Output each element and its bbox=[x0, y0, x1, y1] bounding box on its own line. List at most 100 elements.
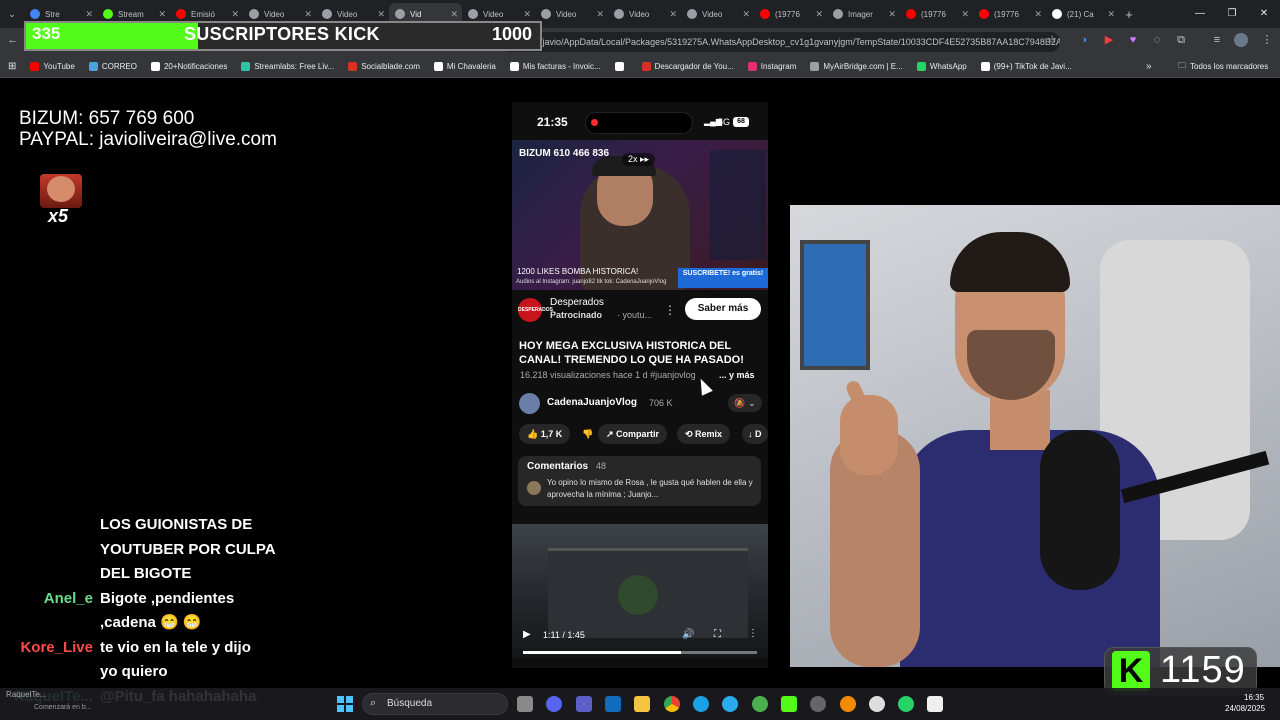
browser-tab[interactable]: (19776 ✕ bbox=[754, 3, 827, 25]
extension-2-icon[interactable]: ▶ bbox=[1102, 33, 1116, 47]
reading-list-icon[interactable]: ≡ bbox=[1210, 33, 1224, 47]
outlook-icon[interactable] bbox=[605, 696, 621, 712]
browser-tab[interactable]: (19776 ✕ bbox=[900, 3, 973, 25]
bizum-text: BIZUM: 657 769 600 bbox=[19, 108, 195, 129]
tab-close-icon[interactable]: ✕ bbox=[85, 9, 93, 20]
tab-favicon-icon bbox=[322, 9, 332, 19]
teams-icon[interactable] bbox=[576, 696, 592, 712]
new-tab-button[interactable]: + bbox=[1119, 7, 1139, 22]
windows-start-icon[interactable] bbox=[337, 696, 353, 712]
whatsapp-icon[interactable] bbox=[898, 696, 914, 712]
tab-list-icon[interactable]: ⌄ bbox=[0, 9, 24, 20]
like-button[interactable]: 👍 1,7 K bbox=[519, 424, 571, 444]
tab-close-icon[interactable]: ✕ bbox=[669, 9, 677, 20]
remix-button[interactable]: ⟲ Remix bbox=[677, 424, 731, 444]
app-icon-2[interactable] bbox=[869, 696, 885, 712]
edge-icon[interactable] bbox=[693, 696, 709, 712]
notification-bell-button[interactable]: 🔕 ⌄ bbox=[728, 394, 762, 412]
obs-icon[interactable] bbox=[810, 696, 826, 712]
globe-icon[interactable] bbox=[752, 696, 768, 712]
telegram-icon[interactable] bbox=[722, 696, 738, 712]
bookmark-item[interactable]: 20+Notificaciones bbox=[150, 62, 227, 71]
tab-close-icon[interactable]: ✕ bbox=[158, 9, 166, 20]
description-more-link[interactable]: ... y más bbox=[719, 370, 755, 380]
bookmark-item[interactable]: YouTube bbox=[30, 62, 75, 71]
all-bookmarks-label: Todos los marcadores bbox=[1190, 62, 1269, 71]
restore-icon[interactable]: ❐ bbox=[1216, 0, 1248, 28]
bookmark-item[interactable]: Mi Chavaleria bbox=[433, 62, 496, 71]
channel-avatar[interactable] bbox=[519, 393, 540, 414]
discord-icon[interactable] bbox=[546, 696, 562, 712]
bookmark-star-icon[interactable]: ☆ bbox=[1045, 33, 1059, 47]
bookmark-favicon-icon bbox=[810, 62, 820, 71]
tab-close-icon[interactable]: ✕ bbox=[888, 9, 896, 20]
back-icon[interactable]: ← bbox=[6, 33, 20, 47]
tab-close-icon[interactable]: ✕ bbox=[304, 9, 312, 20]
share-button[interactable]: ↗ Compartir bbox=[598, 424, 668, 444]
bookmark-item[interactable]: MyAirBridge.com | E... bbox=[810, 62, 903, 71]
chrome-icon[interactable] bbox=[664, 696, 680, 712]
bookmark-label: MyAirBridge.com | E... bbox=[823, 62, 903, 71]
tab-favicon-icon bbox=[468, 9, 478, 19]
extensions-puzzle-icon[interactable]: ⧉ bbox=[1174, 33, 1188, 47]
extension-3-icon[interactable]: ♥ bbox=[1126, 33, 1140, 47]
kick-followers-count: 1159 bbox=[1160, 649, 1246, 691]
browser-tab[interactable]: Imager ✕ bbox=[827, 3, 900, 25]
all-bookmarks-folder[interactable]: 🗀 Todos los marcadores bbox=[1178, 60, 1268, 74]
download-button[interactable]: ↓ D bbox=[742, 424, 768, 444]
taskbar-widget-title[interactable]: RaquelTe... bbox=[6, 690, 46, 699]
ad-learn-more-button[interactable]: Saber más bbox=[685, 298, 761, 320]
extension-4-icon[interactable]: ◌ bbox=[1150, 33, 1164, 47]
kick-app-icon[interactable] bbox=[781, 696, 797, 712]
browser-tab[interactable]: Video ✕ bbox=[608, 3, 681, 25]
tab-close-icon[interactable]: ✕ bbox=[961, 9, 969, 20]
tab-close-icon[interactable]: ✕ bbox=[523, 9, 531, 20]
extension-1-icon[interactable]: ◗ bbox=[1078, 33, 1092, 47]
ad-brand-name[interactable]: Desperados bbox=[550, 297, 604, 308]
browser-tab[interactable]: (19776 ✕ bbox=[973, 3, 1046, 25]
app-icon-1[interactable] bbox=[840, 696, 856, 712]
taskbar-time[interactable]: 16:35 bbox=[1244, 693, 1264, 702]
ad-more-icon[interactable]: ⋮ bbox=[664, 303, 676, 317]
volume-icon[interactable]: 🔊 bbox=[682, 629, 694, 640]
bookmark-item[interactable] bbox=[614, 62, 628, 71]
video-metadata: 16.218 visualizaciones hace 1 d #juanjov… bbox=[520, 370, 696, 380]
bookmark-item[interactable]: WhatsApp bbox=[916, 62, 967, 71]
browser-tab[interactable]: (21) Ca ✕ bbox=[1046, 3, 1119, 25]
app-icon-3[interactable] bbox=[927, 696, 943, 712]
browser-menu-icon[interactable]: ⋮ bbox=[1260, 33, 1274, 47]
bookmark-item[interactable]: CORREO bbox=[88, 62, 137, 71]
ad-brand-logo[interactable]: DESPERADOS bbox=[518, 298, 553, 322]
fullscreen-icon[interactable]: ⛶ bbox=[714, 629, 721, 640]
apps-grid-icon[interactable]: ⊞ bbox=[8, 61, 16, 72]
tab-close-icon[interactable]: ✕ bbox=[450, 9, 458, 20]
taskbar-search-input[interactable]: Búsqueda bbox=[362, 693, 508, 715]
close-window-icon[interactable]: ✕ bbox=[1248, 0, 1280, 28]
emote-face bbox=[47, 176, 75, 202]
tab-close-icon[interactable]: ✕ bbox=[377, 9, 385, 20]
more-bookmarks-icon[interactable]: » bbox=[1146, 61, 1152, 72]
tab-close-icon[interactable]: ✕ bbox=[1034, 9, 1042, 20]
bookmark-item[interactable]: Mis facturas - Invoic... bbox=[509, 62, 601, 71]
bookmark-item[interactable]: Socialblade.com bbox=[348, 62, 420, 71]
play-icon[interactable]: ▶ bbox=[523, 629, 531, 640]
tab-close-icon[interactable]: ✕ bbox=[231, 9, 239, 20]
player-menu-icon[interactable]: ⋮ bbox=[748, 628, 758, 639]
browser-tab[interactable]: Video ✕ bbox=[535, 3, 608, 25]
tab-close-icon[interactable]: ✕ bbox=[596, 9, 604, 20]
minimize-icon[interactable]: — bbox=[1184, 0, 1216, 28]
tab-close-icon[interactable]: ✕ bbox=[815, 9, 823, 20]
browser-tab[interactable]: Video ✕ bbox=[681, 3, 754, 25]
tab-close-icon[interactable]: ✕ bbox=[742, 9, 750, 20]
task-view-icon[interactable] bbox=[517, 696, 533, 712]
file-explorer-icon[interactable] bbox=[634, 696, 650, 712]
bookmark-item[interactable]: Descargador de You... bbox=[641, 62, 734, 71]
taskbar-date[interactable]: 24/08/2025 bbox=[1225, 704, 1265, 713]
bookmark-item[interactable]: (99+) TikTok de Javi... bbox=[980, 62, 1072, 71]
channel-name[interactable]: CadenaJuanjoVlog bbox=[547, 397, 637, 408]
profile-avatar[interactable] bbox=[1234, 33, 1248, 47]
tab-close-icon[interactable]: ✕ bbox=[1107, 9, 1115, 20]
url-input[interactable]: /javio/AppData/Local/Packages/5319275A.W… bbox=[500, 32, 1060, 52]
bookmark-item[interactable]: Streamlabs: Free Liv... bbox=[241, 62, 334, 71]
bookmark-item[interactable]: Instagram bbox=[747, 62, 796, 71]
